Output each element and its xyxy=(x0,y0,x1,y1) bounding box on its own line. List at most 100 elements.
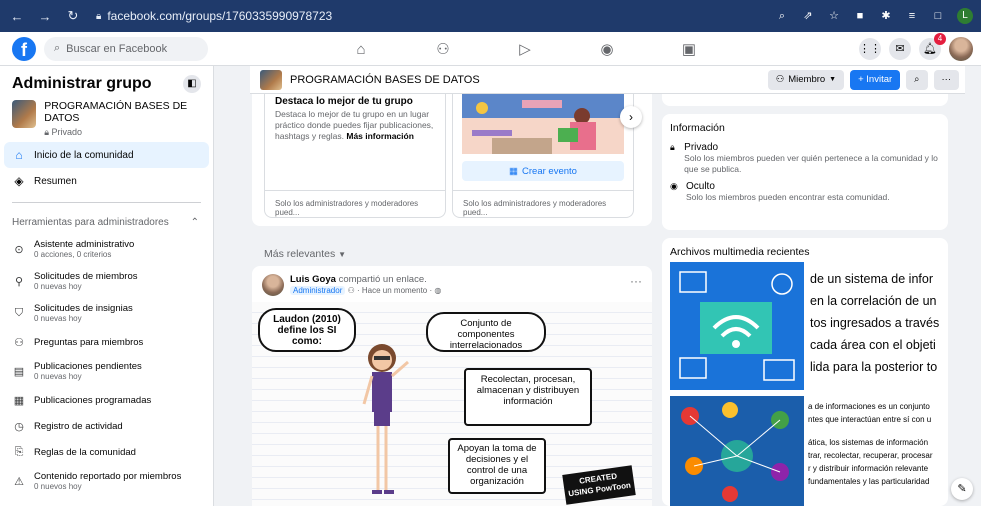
question-icon: ⚇ xyxy=(14,336,24,349)
sidepanel-icon[interactable]: □ xyxy=(931,9,945,23)
tools-section-header[interactable]: Herramientas para administradores ⌃ xyxy=(0,211,213,233)
cartoon-woman-illustration xyxy=(362,344,409,494)
sort-label: Más relevantes xyxy=(264,248,336,260)
lock-icon: 🔒︎ xyxy=(44,127,50,137)
media-text-line: en la correlación de un xyxy=(810,294,937,308)
invite-button[interactable]: + Invitar xyxy=(850,69,901,90)
wifi-illustration xyxy=(679,271,795,381)
create-event-button[interactable]: ▦ Crear evento xyxy=(462,161,624,181)
overview-icon: ◈ xyxy=(14,174,24,188)
post-options-icon[interactable]: ··· xyxy=(630,274,642,292)
browser-profile-avatar[interactable]: L xyxy=(957,8,973,24)
add-person-icon: ⚲ xyxy=(14,275,24,288)
main-content: Destaca lo mejor de tu grupo Destaca lo … xyxy=(214,66,981,506)
media-thumbnail-wifi[interactable] xyxy=(670,262,804,390)
extension-icon[interactable]: ■ xyxy=(853,9,867,23)
back-icon[interactable]: ← xyxy=(8,9,26,24)
sidebar-item-community-rules[interactable]: ⎘ Reglas de la comunidad xyxy=(0,439,213,465)
text-box: Recolectan, procesan, almacenan y distri… xyxy=(464,368,592,426)
share-icon[interactable]: ⇗ xyxy=(801,9,815,23)
post-time[interactable]: · Hace un momento · xyxy=(357,286,432,295)
home-nav-icon[interactable]: ⌂ xyxy=(320,32,402,66)
media-text-line: de un sistema de infor xyxy=(810,272,933,286)
media-doc-line: fundamentales y las particularidad xyxy=(808,477,930,486)
watch-nav-icon[interactable]: ▷ xyxy=(484,32,566,66)
account-avatar[interactable] xyxy=(949,37,973,61)
tool-label: Publicaciones programadas xyxy=(34,394,152,406)
group-title[interactable]: PROGRAMACIÓN BASES DE DATOS xyxy=(290,74,480,86)
media-thumbnail-network[interactable] xyxy=(670,396,804,506)
groups-nav-icon[interactable]: ◉ xyxy=(566,32,648,66)
tool-sub: 0 nuevas hoy xyxy=(34,281,82,291)
prompt-footer: Solo los administradores y moderadores p… xyxy=(265,190,445,225)
collapse-sidebar-icon[interactable]: ◧ xyxy=(183,75,201,93)
sidebar-item-member-questions[interactable]: ⚇ Preguntas para miembros xyxy=(0,329,213,355)
lock-icon: 🔒︎ xyxy=(96,10,102,22)
badge-icon: ⛉ xyxy=(14,306,24,319)
tool-sub: 0 acciones, 0 criterios xyxy=(34,249,112,259)
address-bar[interactable]: 🔒︎ facebook.com/groups/1760335990978723 xyxy=(96,9,332,23)
people-icon: ⚇ xyxy=(775,74,785,85)
reading-list-icon[interactable]: ≡ xyxy=(905,9,919,23)
sidebar-item-pending-posts[interactable]: ▤ Publicaciones pendientes 0 nuevas hoy xyxy=(0,355,213,387)
sidebar-item-community-home[interactable]: ⌂ Inicio de la comunidad xyxy=(4,142,209,168)
sidebar-item-overview[interactable]: ◈ Resumen xyxy=(0,168,213,194)
member-button[interactable]: ⚇ Miembro ▼ xyxy=(767,69,845,90)
text-box: Apoyan la toma de decisiones y el contro… xyxy=(448,438,546,494)
clock-icon: ◷ xyxy=(14,420,24,433)
reload-icon[interactable]: ↻ xyxy=(64,8,82,24)
media-thumbnail-text[interactable]: de un sistema de infor en la correlación… xyxy=(804,262,948,390)
media-thumbnail-document[interactable]: a de informaciones es un conjunto ntes q… xyxy=(804,396,948,506)
facebook-logo-icon[interactable]: f xyxy=(12,36,36,61)
compose-message-icon[interactable]: ✎ xyxy=(951,478,973,500)
url-text: facebook.com/groups/1760335990978723 xyxy=(107,9,333,23)
feed-sort-dropdown[interactable]: Más relevantes ▼ xyxy=(264,248,346,260)
group-thumbnail xyxy=(12,100,37,128)
recent-media-card: Archivos multimedia recientes de un sist… xyxy=(662,238,948,506)
media-doc-line: ntes que interactúan entre sí con u xyxy=(808,415,932,424)
bookmark-star-icon[interactable]: ☆ xyxy=(827,9,841,23)
about-item-private: 🔒︎ Privado Solo los miembros pueden ver q… xyxy=(670,142,940,175)
sidebar-item-member-requests[interactable]: ⚲ Solicitudes de miembros 0 nuevas hoy xyxy=(0,265,213,297)
media-title: Archivos multimedia recientes xyxy=(670,246,810,258)
prompt-card-event: ▦ Crear evento Solo los administradores … xyxy=(452,94,634,218)
author-avatar[interactable] xyxy=(262,274,284,296)
media-doc-line: trar, recolectar, recuperar, procesar xyxy=(808,451,933,460)
group-search-button[interactable]: ⌕ xyxy=(906,69,928,90)
menu-grid-icon[interactable]: ⋮⋮ xyxy=(859,38,881,60)
admin-badge: Administrador xyxy=(290,286,346,295)
tool-label: Contenido reportado por miembros xyxy=(34,470,182,482)
friends-nav-icon[interactable]: ⚇ xyxy=(402,32,484,66)
search-input[interactable]: ⌕ Buscar en Facebook xyxy=(44,36,208,61)
puzzle-icon[interactable]: ✱ xyxy=(879,9,893,23)
zoom-icon[interactable]: ⌕ xyxy=(775,9,789,23)
group-thumbnail[interactable] xyxy=(260,69,282,90)
sidebar-item-badge-requests[interactable]: ⛉ Solicitudes de insignias 0 nuevas hoy xyxy=(0,297,213,329)
tool-label: Asistente administrativo xyxy=(34,238,135,250)
tool-sub: 0 nuevas hoy xyxy=(34,313,82,323)
tool-label: Reglas de la comunidad xyxy=(34,446,136,458)
chevron-up-icon: ⌃ xyxy=(190,216,199,228)
notifications-bell-icon[interactable]: 🔔︎ 4 xyxy=(919,33,946,60)
media-text-line: cada área con el objeti xyxy=(810,338,936,352)
group-more-button[interactable]: ··· xyxy=(933,69,959,90)
media-text-line: lida para la posterior to xyxy=(810,360,938,374)
notification-badge: 4 xyxy=(934,33,946,45)
post-author[interactable]: Luis Goya xyxy=(290,274,336,285)
sidebar-item-scheduled-posts[interactable]: ▦ Publicaciones programadas xyxy=(0,387,213,413)
sidebar-item-admin-assistant[interactable]: ⊙ Asistente administrativo 0 acciones, 0 … xyxy=(0,233,213,265)
learn-more-link[interactable]: Más información xyxy=(346,131,414,141)
browser-toolbar: ← → ↻ 🔒︎ facebook.com/groups/17603359909… xyxy=(0,0,981,32)
rules-icon: ⎘ xyxy=(14,445,24,458)
prompt-text: Destaca lo mejor de tu grupo en un lugar… xyxy=(275,109,435,142)
forward-icon[interactable]: → xyxy=(36,9,54,24)
carousel-next-button[interactable]: › xyxy=(620,106,642,128)
gaming-nav-icon[interactable]: ▣ xyxy=(648,32,730,66)
group-summary[interactable]: PROGRAMACIÓN BASES DE DATOS 🔒︎ Privado xyxy=(0,96,213,142)
post-image[interactable]: Laudon (2010) define los SI como: Conjun… xyxy=(252,302,652,506)
sidebar-item-activity-log[interactable]: ◷ Registro de actividad xyxy=(0,413,213,439)
search-icon: ⌕ xyxy=(54,42,61,54)
speech-bubble: Laudon (2010) define los SI como: xyxy=(258,308,356,352)
messenger-icon[interactable]: ✉ xyxy=(889,38,911,60)
sidebar-item-reported-content[interactable]: ⚠ Contenido reportado por miembros 0 nuev… xyxy=(0,465,213,497)
